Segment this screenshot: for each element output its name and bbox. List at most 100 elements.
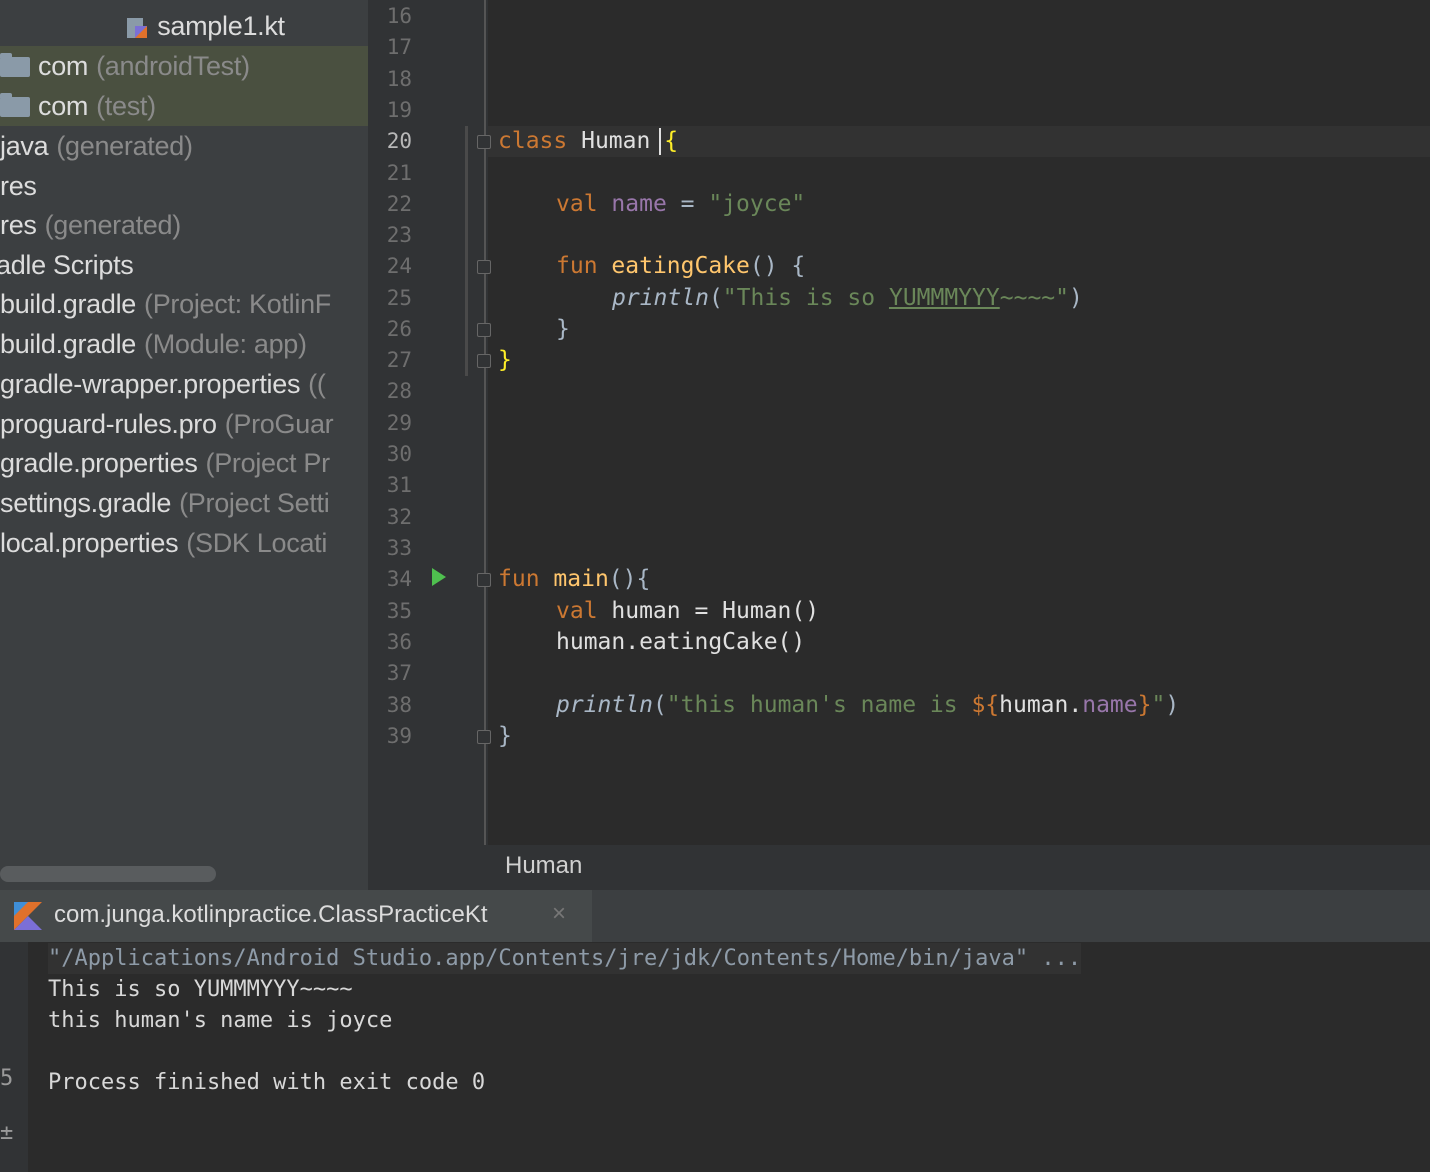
string-literal: "	[1151, 692, 1166, 718]
keyword: val	[556, 191, 598, 217]
line-number: 38	[386, 693, 412, 717]
code-line-24[interactable]: fun eatingCake() {	[556, 251, 805, 282]
tree-item-proguard-rules[interactable]: proguard-rules.pro (ProGuar	[0, 404, 368, 444]
tree-item-label: proguard-rules.pro	[0, 409, 217, 439]
tree-item-com-androidtest[interactable]: com (androidTest)	[0, 46, 368, 86]
tree-item-label: gradle-wrapper.properties	[0, 369, 301, 399]
line-number: 34	[386, 567, 412, 591]
fold-marker-icon[interactable]	[477, 260, 491, 274]
line-number: 17	[386, 35, 412, 59]
run-gutter-icon[interactable]	[432, 568, 446, 586]
code-text: human.eatingCake()	[556, 629, 806, 655]
tree-item-build-gradle-project[interactable]: build.gradle (Project: KotlinF	[0, 284, 368, 324]
line-number: 27	[386, 348, 412, 372]
code-line-25[interactable]: println("This is so YUMMMYYY~~~~")	[612, 283, 1083, 314]
code-line-20[interactable]: class Human {	[498, 126, 678, 157]
tree-item-local-properties[interactable]: local.properties (SDK Locati	[0, 523, 368, 563]
toolbar-glyph[interactable]: 5	[0, 1066, 13, 1091]
punctuation: )	[1069, 285, 1083, 311]
string-literal: "this human's name is	[666, 692, 972, 718]
code-line-34[interactable]: fun main(){	[498, 564, 650, 595]
tree-item-build-gradle-module[interactable]: build.gradle (Module: app)	[0, 324, 368, 364]
tree-item-label: com	[38, 51, 89, 81]
code-line-35[interactable]: val human = Human()	[556, 596, 819, 627]
brace: {	[664, 128, 679, 154]
fold-marker-icon[interactable]	[477, 573, 491, 587]
folder-icon	[0, 93, 30, 117]
tree-item-hint: (generated)	[56, 131, 193, 161]
tree-item-label: gradle.properties	[0, 448, 198, 478]
class-name: Human	[581, 128, 651, 154]
tree-item-java-generated[interactable]: java (generated)	[0, 126, 368, 166]
text-caret	[659, 128, 661, 155]
console-command-line: "/Applications/Android Studio.app/Conten…	[48, 943, 1082, 974]
keyword: fun	[556, 253, 598, 279]
operator: =	[666, 191, 709, 217]
line-number: 19	[386, 98, 412, 122]
punctuation: (){	[608, 566, 651, 592]
code-line-36[interactable]: human.eatingCake()	[556, 627, 805, 658]
kotlin-icon	[14, 902, 42, 930]
brace: }	[498, 723, 512, 749]
tree-item-label: settings.gradle	[0, 488, 172, 518]
tree-item-res[interactable]: res	[0, 166, 368, 206]
line-number: 37	[386, 661, 412, 685]
code-line-39[interactable]: }	[498, 721, 512, 752]
code-line-27[interactable]: }	[498, 345, 512, 376]
folder-icon	[0, 53, 30, 77]
line-number: 23	[386, 223, 412, 247]
line-number: 39	[386, 724, 412, 748]
code-text: human.	[999, 692, 1083, 718]
line-number: 22	[386, 192, 412, 216]
code-line-38[interactable]: println("this human's name is ${human.na…	[556, 690, 1179, 721]
line-number: 29	[386, 411, 412, 435]
fold-marker-icon[interactable]	[477, 730, 491, 744]
tree-item-hint: (Project Setti	[179, 488, 330, 518]
line-number: 25	[386, 286, 412, 310]
scope-indicator	[465, 126, 468, 376]
fold-marker-icon[interactable]	[477, 354, 491, 368]
line-number: 21	[386, 161, 412, 185]
tree-item-label: res	[0, 210, 37, 240]
tree-item-label: adle Scripts	[0, 250, 134, 280]
toolbar-glyph[interactable]: ±	[0, 1120, 13, 1145]
function-call: println	[556, 692, 653, 718]
tree-item-res-generated[interactable]: res (generated)	[0, 205, 368, 245]
brace: }	[498, 347, 512, 373]
tree-item-gradle-wrapper-properties[interactable]: gradle-wrapper.properties((	[0, 364, 368, 404]
breadcrumb[interactable]: Human	[505, 852, 582, 880]
fold-marker-icon[interactable]	[477, 135, 491, 149]
tree-item-label: java	[0, 131, 49, 161]
tree-item-sample1-kt[interactable]: sample1.kt	[0, 6, 368, 46]
function-call: println	[612, 285, 709, 311]
template-marker: }	[1137, 692, 1152, 718]
line-number: 18	[386, 67, 412, 91]
tree-item-label: build.gradle	[0, 289, 137, 319]
tree-item-settings-gradle[interactable]: settings.gradle (Project Setti	[0, 483, 368, 523]
horizontal-scrollbar[interactable]	[0, 866, 216, 882]
code-text: human = Human()	[597, 598, 820, 624]
tree-item-hint: (SDK Locati	[186, 528, 328, 558]
code-line-26[interactable]: }	[556, 314, 570, 345]
line-number: 26	[386, 317, 412, 341]
tree-item-gradle-properties[interactable]: gradle.properties (Project Pr	[0, 443, 368, 483]
tree-item-hint: ((	[308, 369, 326, 399]
run-tab-label[interactable]: com.junga.kotlinpractice.ClassPracticeKt	[54, 901, 488, 929]
punctuation: (	[652, 692, 667, 718]
line-number: 16	[386, 4, 412, 28]
property: name	[611, 191, 667, 217]
tree-item-label: local.properties	[0, 528, 179, 558]
line-number: 36	[386, 630, 412, 654]
fold-marker-icon[interactable]	[477, 323, 491, 337]
tree-item-gradle-scripts[interactable]: adle Scripts	[0, 245, 364, 285]
close-tab-icon[interactable]: ×	[552, 900, 566, 928]
punctuation: () {	[749, 253, 806, 279]
property: name	[1082, 692, 1138, 718]
code-line-22[interactable]: val name = "joyce"	[556, 189, 805, 220]
string-literal: ~~~~"	[999, 285, 1069, 311]
tree-item-com-test[interactable]: com (test)	[0, 86, 368, 126]
line-number: 30	[386, 442, 412, 466]
project-tree-panel[interactable]: sample1.kt com (androidTest) com (test) ja…	[0, 0, 368, 890]
keyword: fun	[498, 566, 540, 592]
line-number: 32	[386, 505, 412, 529]
